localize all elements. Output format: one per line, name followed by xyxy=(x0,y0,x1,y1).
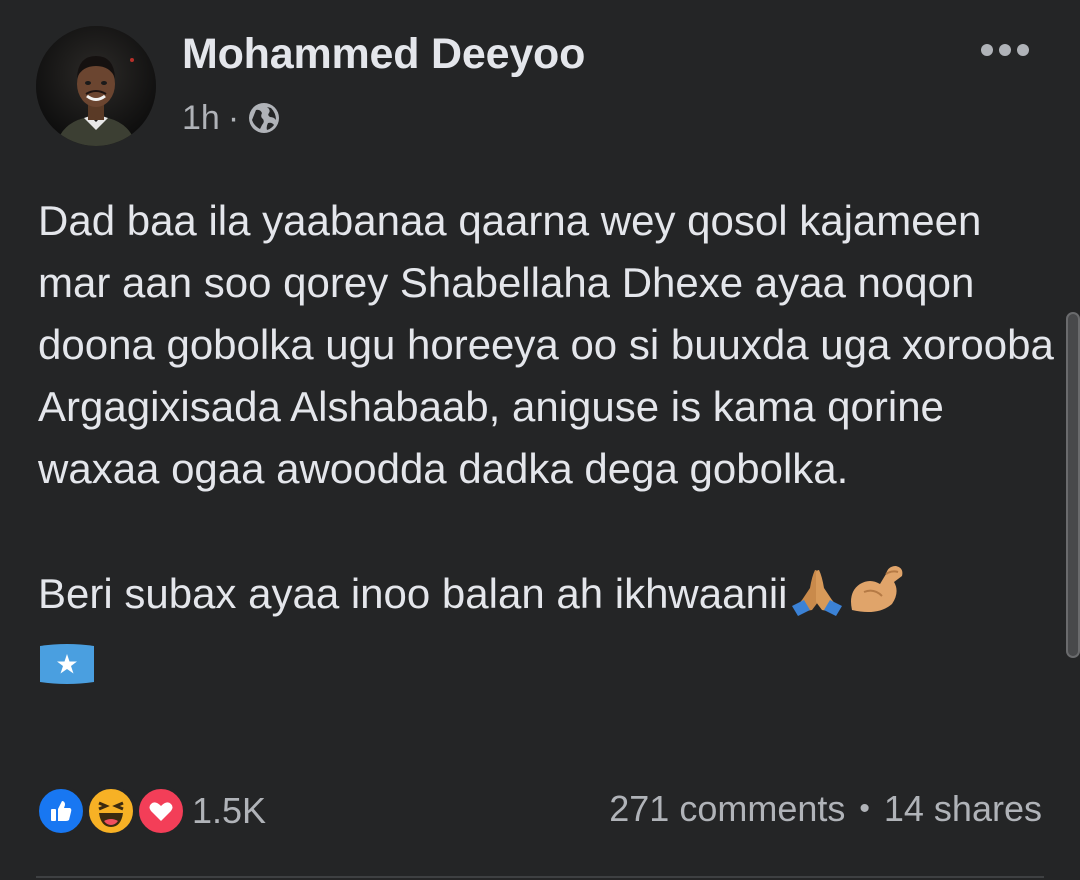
like-icon xyxy=(36,786,86,836)
post-paragraph: Beri subax ayaa inoo balan ah ikhwaanii xyxy=(38,562,1058,703)
folded-hands-emoji xyxy=(788,566,846,633)
post-card: Mohammed Deeyoo 1h · Dad baa ila yaabana… xyxy=(0,0,1080,880)
flexed-biceps-emoji xyxy=(846,562,908,633)
more-options-button[interactable] xyxy=(970,30,1040,70)
globe-icon[interactable] xyxy=(247,101,281,135)
post-time[interactable]: 1h xyxy=(182,99,220,138)
engagement-summary: 271 comments • 14 shares xyxy=(609,788,1042,830)
divider xyxy=(36,876,1044,878)
scrollbar[interactable] xyxy=(1066,312,1080,658)
author-avatar[interactable] xyxy=(36,26,156,146)
comments-count-link[interactable]: 271 comments xyxy=(609,788,845,830)
meta-separator: · xyxy=(227,98,240,137)
post-text: Dad baa ila yaabanaa qaarna wey qosol ka… xyxy=(38,190,1058,703)
haha-icon xyxy=(86,786,136,836)
post-meta: 1h · xyxy=(182,96,281,140)
reaction-count: 1.5K xyxy=(192,790,267,831)
author-name[interactable]: Mohammed Deeyoo xyxy=(182,30,585,79)
somalia-flag-emoji xyxy=(38,641,96,703)
love-icon xyxy=(136,786,186,836)
post-paragraph: Dad baa ila yaabanaa qaarna wey qosol ka… xyxy=(38,197,1054,492)
shares-count-link[interactable]: 14 shares xyxy=(884,788,1042,830)
engagement-separator: • xyxy=(859,792,870,825)
more-horizontal-icon xyxy=(981,44,993,56)
reactions-summary[interactable]: 1.5K xyxy=(36,786,266,836)
post-paragraph-text: Beri subax ayaa inoo balan ah ikhwaanii xyxy=(38,570,788,617)
